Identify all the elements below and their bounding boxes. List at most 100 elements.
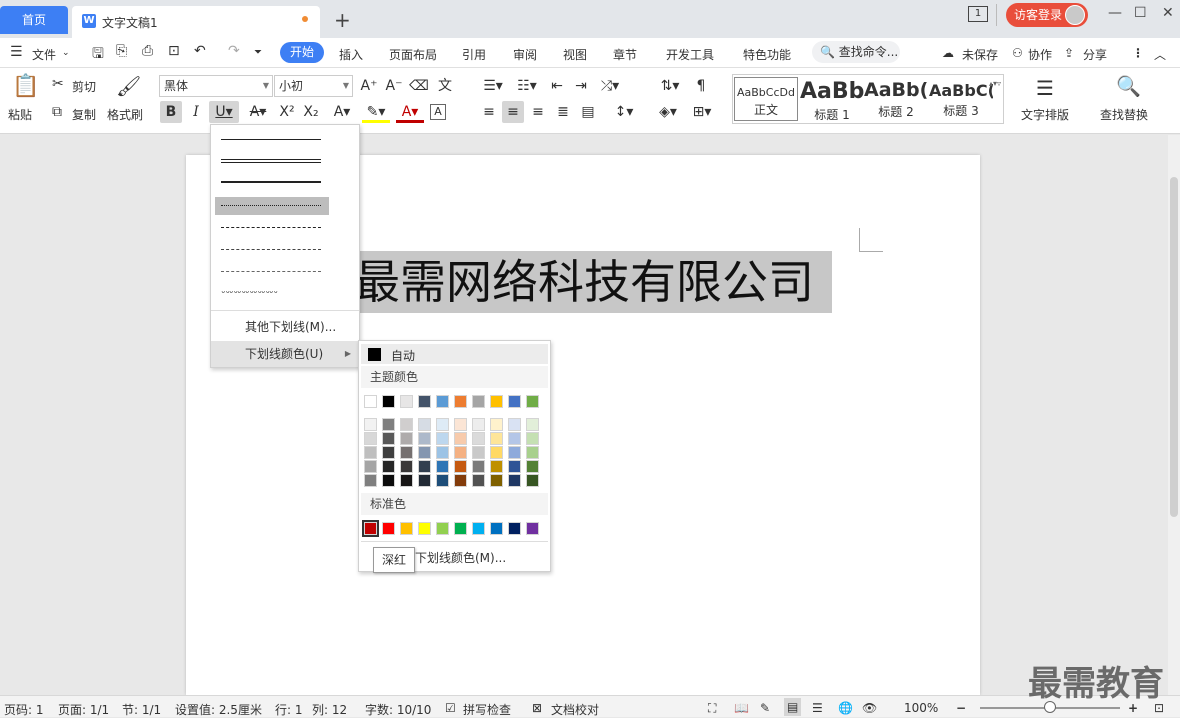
tab-references[interactable]: 引用 <box>462 46 486 63</box>
eye-protect-icon[interactable]: 👁 <box>862 701 877 715</box>
tab-view[interactable]: 视图 <box>563 46 587 63</box>
theme-shade-swatch[interactable] <box>508 446 521 459</box>
highlight-button[interactable]: ✎▾ <box>362 101 390 123</box>
underline-single[interactable] <box>221 139 321 142</box>
theme-shade-swatch[interactable] <box>436 446 449 459</box>
theme-shade-swatch[interactable] <box>418 460 431 473</box>
theme-shade-swatch[interactable] <box>364 446 377 459</box>
bullet-list-icon[interactable]: ☰▾ <box>478 75 508 97</box>
print-icon[interactable]: ⎙ <box>142 43 153 59</box>
theme-shade-swatch[interactable] <box>400 474 413 487</box>
theme-shade-swatch[interactable] <box>382 446 395 459</box>
redo-icon[interactable]: ↷ <box>228 43 240 59</box>
vertical-scrollbar[interactable] <box>1168 135 1180 695</box>
subscript-button[interactable]: X₂ <box>300 101 322 123</box>
increase-indent-icon[interactable]: ⇥ <box>570 75 592 97</box>
theme-color-swatch[interactable] <box>400 395 413 408</box>
format-painter-icon[interactable]: 🖌 <box>116 74 141 98</box>
theme-shade-swatch[interactable] <box>490 460 503 473</box>
bold-button[interactable]: B <box>160 101 182 123</box>
theme-shade-swatch[interactable] <box>382 418 395 431</box>
status-page[interactable]: 页码: 1 <box>4 701 44 718</box>
theme-shade-swatch[interactable] <box>454 418 467 431</box>
theme-shade-swatch[interactable] <box>526 474 539 487</box>
theme-color-swatch[interactable] <box>436 395 449 408</box>
tab-start[interactable]: 开始 <box>280 42 324 63</box>
style-heading-3[interactable]: AaBbC( 标题 3 <box>929 77 993 121</box>
theme-shade-swatch[interactable] <box>364 474 377 487</box>
theme-shade-swatch[interactable] <box>490 446 503 459</box>
theme-shade-swatch[interactable] <box>400 432 413 445</box>
theme-shade-swatch[interactable] <box>418 446 431 459</box>
theme-shade-swatch[interactable] <box>454 460 467 473</box>
text-layout-icon[interactable]: ☰ <box>1036 76 1054 100</box>
theme-shade-swatch[interactable] <box>472 432 485 445</box>
theme-shade-swatch[interactable] <box>508 460 521 473</box>
font-size-select[interactable]: 小初 ▼ <box>274 75 353 97</box>
theme-shade-swatch[interactable] <box>472 446 485 459</box>
zoom-out-button[interactable]: − <box>956 701 966 715</box>
status-col[interactable]: 列: 12 <box>312 701 347 718</box>
theme-shade-swatch[interactable] <box>490 432 503 445</box>
guest-login-button[interactable]: 访客登录 <box>1006 3 1088 27</box>
italic-button[interactable]: I <box>185 101 207 123</box>
outline-view-icon[interactable]: ☰ <box>812 701 823 715</box>
standard-color-swatch[interactable] <box>472 522 485 535</box>
align-center-icon[interactable]: ≡ <box>502 101 524 123</box>
sort-icon[interactable]: ⇅▾ <box>656 75 684 97</box>
theme-shade-swatch[interactable] <box>364 460 377 473</box>
output-icon[interactable]: ⎘ <box>116 43 127 59</box>
theme-color-swatch[interactable] <box>472 395 485 408</box>
theme-shade-swatch[interactable] <box>472 460 485 473</box>
theme-shade-swatch[interactable] <box>382 432 395 445</box>
theme-shade-swatch[interactable] <box>454 474 467 487</box>
standard-color-swatch[interactable] <box>418 522 431 535</box>
find-replace-icon[interactable]: 🔍 <box>1116 74 1141 98</box>
collapse-ribbon-icon[interactable]: ︿ <box>1154 46 1166 63</box>
other-underline-item[interactable]: 其他下划线(M)... <box>211 315 359 339</box>
clear-format-icon[interactable]: ⌫ <box>408 75 430 97</box>
strikethrough-button[interactable]: A▾ <box>244 101 272 123</box>
theme-color-swatch[interactable] <box>490 395 503 408</box>
unsaved-button[interactable]: 未保存 <box>962 46 998 63</box>
zoom-level[interactable]: 100% <box>904 701 938 715</box>
borders-icon[interactable]: ⊞▾ <box>688 101 716 123</box>
auto-color-item[interactable]: 自动 <box>361 344 548 364</box>
print-preview-icon[interactable]: ⊡ <box>168 43 180 59</box>
style-heading-2[interactable]: AaBb( 标题 2 <box>864 77 928 121</box>
theme-shade-swatch[interactable] <box>382 474 395 487</box>
find-replace-button[interactable]: 查找替换 <box>1100 106 1148 123</box>
underline-thick[interactable] <box>221 181 321 184</box>
tab-home-page[interactable]: 首页 <box>0 6 68 34</box>
window-count-icon[interactable]: 1 <box>968 6 988 22</box>
text-effect-button[interactable]: A▾ <box>328 101 356 123</box>
theme-shade-swatch[interactable] <box>436 418 449 431</box>
theme-shade-swatch[interactable] <box>364 432 377 445</box>
theme-shade-swatch[interactable] <box>364 418 377 431</box>
underline-wave[interactable]: 〰〰〰〰〰〰〰 <box>221 291 321 299</box>
theme-shade-swatch[interactable] <box>418 474 431 487</box>
theme-shade-swatch[interactable] <box>472 474 485 487</box>
theme-color-swatch[interactable] <box>364 395 377 408</box>
theme-shade-swatch[interactable] <box>454 432 467 445</box>
shrink-font-icon[interactable]: A⁻ <box>383 75 405 97</box>
status-pages[interactable]: 页面: 1/1 <box>58 701 109 718</box>
decrease-indent-icon[interactable]: ⇤ <box>546 75 568 97</box>
theme-shade-swatch[interactable] <box>400 446 413 459</box>
close-button[interactable]: ✕ <box>1162 5 1174 21</box>
phonetic-icon[interactable]: 文 <box>434 75 456 97</box>
justify-icon[interactable]: ≣ <box>552 101 574 123</box>
theme-shade-swatch[interactable] <box>436 432 449 445</box>
shading-icon[interactable]: ◈▾ <box>654 101 682 123</box>
proofread-button[interactable]: 文档校对 <box>551 701 599 718</box>
show-marks-icon[interactable]: ¶ <box>690 75 712 97</box>
distribute-icon[interactable]: ▤ <box>577 101 599 123</box>
numbered-list-icon[interactable]: ☷▾ <box>512 75 542 97</box>
theme-shade-swatch[interactable] <box>526 432 539 445</box>
more-icon[interactable]: ⋮ <box>1132 46 1144 60</box>
theme-shade-swatch[interactable] <box>400 418 413 431</box>
share-button[interactable]: 分享 <box>1083 46 1107 63</box>
tab-page-layout[interactable]: 页面布局 <box>389 46 437 63</box>
file-menu[interactable]: 文件 <box>32 46 56 63</box>
theme-shade-swatch[interactable] <box>526 418 539 431</box>
